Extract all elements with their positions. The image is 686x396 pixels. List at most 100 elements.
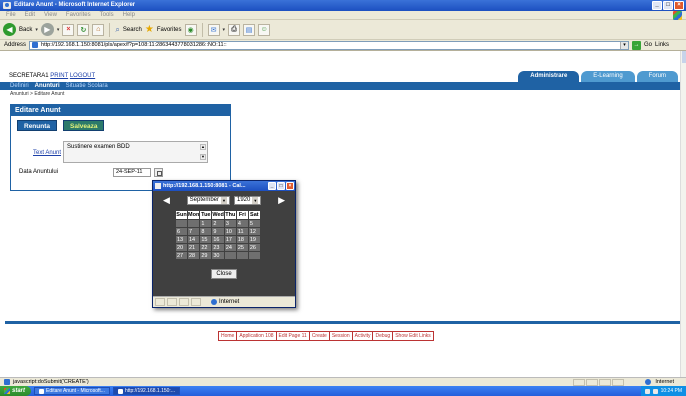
favorites-icon[interactable]: ★ <box>145 24 154 35</box>
calendar-day[interactable]: 12 <box>247 227 261 236</box>
favorites-label[interactable]: Favorites <box>157 27 182 33</box>
footer-link-home[interactable]: Home <box>219 332 238 340</box>
calendar-day[interactable]: 13 <box>175 235 188 244</box>
calendar-day[interactable]: 1 <box>199 219 213 228</box>
calendar-day[interactable]: 9 <box>211 227 225 236</box>
text-anunt-textarea[interactable]: Sustinere examen BDD ▲ ▼ <box>63 141 208 163</box>
stop-icon[interactable]: × <box>62 23 75 36</box>
nav-definiri[interactable]: Definiri <box>10 83 29 89</box>
cancel-button[interactable]: Renunta <box>17 120 57 131</box>
calendar-day[interactable]: 14 <box>186 235 201 244</box>
date-input[interactable]: 24-SEP-11 <box>113 168 151 177</box>
calendar-day[interactable]: 15 <box>199 235 213 244</box>
menu-view[interactable]: View <box>44 12 57 18</box>
go-arrow-icon[interactable]: → <box>632 40 642 50</box>
popup-maximize-button[interactable]: □ <box>277 182 285 190</box>
footer-link-show-edit-links[interactable]: Show Edit Links <box>393 332 433 340</box>
tab-forum[interactable]: Forum <box>636 71 678 82</box>
links-button[interactable]: Links <box>655 42 669 48</box>
edit-icon[interactable]: ▤ <box>243 23 256 36</box>
footer-link-edit-page[interactable]: Edit Page 11 <box>277 332 310 340</box>
menu-file[interactable]: File <box>6 12 16 18</box>
back-dropdown-icon[interactable]: ▾ <box>35 27 38 33</box>
calendar-day[interactable]: 18 <box>235 235 249 244</box>
scroll-up-icon[interactable]: ▲ <box>200 144 206 150</box>
go-button[interactable]: Go <box>644 42 652 48</box>
calendar-day[interactable]: 22 <box>199 243 213 252</box>
minimize-button[interactable]: _ <box>652 1 662 10</box>
refresh-icon[interactable]: ↻ <box>77 23 90 36</box>
text-anunt-label[interactable]: Text Anunt <box>33 150 61 156</box>
menu-help[interactable]: Help <box>123 12 135 18</box>
page-scrollbar[interactable] <box>680 51 686 377</box>
previous-month-icon[interactable]: ◀ <box>163 195 170 206</box>
calendar-day[interactable]: 16 <box>211 235 225 244</box>
popup-minimize-button[interactable]: _ <box>268 182 276 190</box>
footer-link-session[interactable]: Session <box>330 332 353 340</box>
chevron-down-icon[interactable]: ▼ <box>221 196 227 204</box>
search-label[interactable]: Search <box>123 27 142 33</box>
back-icon[interactable]: ◀ <box>3 23 16 36</box>
address-dropdown-icon[interactable]: ▾ <box>620 41 629 49</box>
volume-icon[interactable] <box>652 388 658 394</box>
menu-favorites[interactable]: Favorites <box>66 12 91 18</box>
calendar-day[interactable]: 4 <box>235 219 249 228</box>
print-icon[interactable]: ⎙ <box>228 23 241 36</box>
calendar-day[interactable]: 3 <box>223 219 237 228</box>
forward-icon[interactable]: ▶ <box>40 23 54 36</box>
clock[interactable]: 10:24 PM <box>661 388 682 394</box>
nav-anunturi[interactable]: Anunturi <box>35 83 60 89</box>
address-input[interactable]: http://192.168.1.150:8081/pls/apex/f?p=1… <box>29 40 630 50</box>
calendar-day[interactable]: 8 <box>199 227 213 236</box>
calendar-day[interactable]: 28 <box>186 251 201 260</box>
calendar-day[interactable]: 11 <box>235 227 249 236</box>
scrollbar-thumb[interactable] <box>682 51 686 63</box>
calendar-day[interactable]: 26 <box>247 243 261 252</box>
nav-situatie-scolara[interactable]: Situatie Scolara <box>66 83 108 89</box>
next-month-icon[interactable]: ▶ <box>278 195 285 206</box>
calendar-day[interactable]: 6 <box>175 227 188 236</box>
calendar-day[interactable]: 10 <box>223 227 237 236</box>
calendar-day[interactable]: 29 <box>199 251 213 260</box>
back-label[interactable]: Back <box>19 27 32 33</box>
calendar-day[interactable]: 19 <box>247 235 261 244</box>
network-icon[interactable] <box>644 388 650 394</box>
calendar-icon[interactable] <box>154 168 163 177</box>
calendar-day[interactable]: 25 <box>235 243 249 252</box>
taskbar-item-popup[interactable]: http://192.168.1.150:... <box>112 387 180 395</box>
popup-titlebar[interactable]: http://192.168.1.150:8081 - Cal... _ □ × <box>153 181 295 191</box>
start-button[interactable]: start <box>0 386 32 396</box>
scroll-down-icon[interactable]: ▼ <box>200 154 206 160</box>
close-button[interactable]: × <box>674 1 684 10</box>
forward-dropdown-icon[interactable]: ▾ <box>57 27 60 33</box>
messenger-icon[interactable]: ☺ <box>258 23 271 36</box>
popup-close-button[interactable]: × <box>286 182 294 190</box>
menu-tools[interactable]: Tools <box>100 12 114 18</box>
calendar-day[interactable]: 5 <box>247 219 261 228</box>
calendar-day[interactable]: 7 <box>186 227 201 236</box>
logout-link[interactable]: Logout <box>70 73 95 79</box>
mail-icon[interactable]: ✉ <box>207 23 220 36</box>
search-icon[interactable]: ⌕ <box>115 25 119 35</box>
footer-link-create[interactable]: Create <box>310 332 330 340</box>
calendar-day[interactable]: 20 <box>175 243 188 252</box>
footer-link-debug[interactable]: Debug <box>373 332 394 340</box>
calendar-day[interactable]: 21 <box>186 243 201 252</box>
calendar-day[interactable]: 30 <box>211 251 225 260</box>
calendar-close-button[interactable]: Close <box>211 269 237 279</box>
mail-dropdown-icon[interactable]: ▾ <box>223 27 226 33</box>
year-select[interactable]: 1920 ▼ <box>234 195 262 205</box>
home-icon[interactable]: ⌂ <box>92 23 105 36</box>
calendar-day[interactable]: 17 <box>223 235 237 244</box>
print-link[interactable]: Print <box>50 73 68 79</box>
calendar-day[interactable]: 23 <box>211 243 225 252</box>
month-select[interactable]: September ▼ <box>186 195 230 205</box>
media-icon[interactable]: ◉ <box>184 23 197 36</box>
chevron-down-icon[interactable]: ▼ <box>252 196 259 204</box>
menu-edit[interactable]: Edit <box>25 12 35 18</box>
calendar-day[interactable]: 2 <box>211 219 225 228</box>
calendar-day[interactable]: 27 <box>175 251 188 260</box>
tab-administrare[interactable]: Administrare <box>518 71 580 82</box>
footer-link-activity[interactable]: Activity <box>353 332 374 340</box>
footer-link-application[interactable]: Application 108 <box>237 332 277 340</box>
